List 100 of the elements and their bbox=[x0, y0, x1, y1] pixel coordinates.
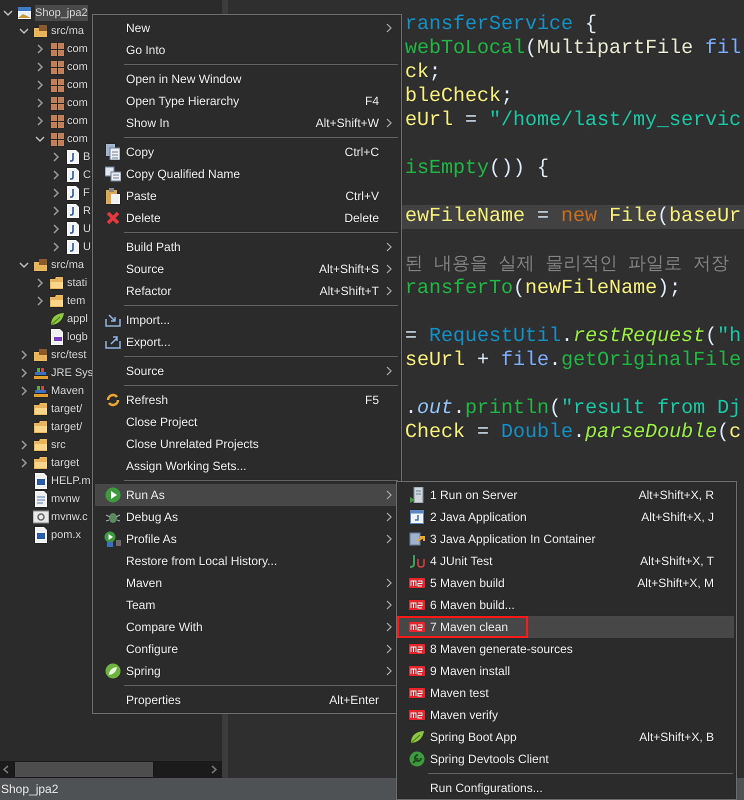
scroll-right-icon[interactable] bbox=[210, 765, 218, 774]
tree-item[interactable]: C bbox=[83, 167, 91, 183]
tree-item[interactable]: U bbox=[83, 239, 91, 255]
refresh-icon bbox=[106, 393, 120, 407]
tree-item[interactable]: com bbox=[67, 95, 88, 111]
menu-item[interactable]: Export... bbox=[95, 331, 399, 353]
menu-item[interactable]: Maven verify bbox=[399, 704, 734, 726]
java-file-icon bbox=[67, 168, 79, 182]
menu-item[interactable]: Run As bbox=[95, 484, 399, 506]
tree-item[interactable]: U bbox=[83, 221, 91, 237]
tree-item[interactable]: src bbox=[51, 437, 66, 453]
scroll-left-icon[interactable] bbox=[2, 765, 10, 774]
export-icon bbox=[104, 335, 120, 349]
menu-item[interactable]: Copy Ctrl+C bbox=[95, 141, 399, 163]
menu-item[interactable]: Import... bbox=[95, 309, 399, 331]
window-icon bbox=[410, 510, 424, 524]
tree-item[interactable]: logb bbox=[67, 329, 88, 345]
menu-item[interactable]: Source Alt+Shift+S bbox=[95, 258, 399, 280]
menu-item[interactable]: Spring Boot App Alt+Shift+X, B bbox=[399, 726, 734, 748]
tree-item[interactable]: B bbox=[83, 149, 90, 165]
project-icon bbox=[17, 5, 33, 21]
tree-item[interactable]: pom.x bbox=[51, 527, 81, 543]
folder-icon bbox=[49, 294, 65, 308]
code-line: ransferService { bbox=[405, 13, 598, 37]
code-line: 된 내용을 실제 물리적인 파일로 저장 bbox=[405, 254, 730, 277]
document-icon bbox=[34, 527, 48, 543]
menu-item[interactable]: Spring bbox=[95, 660, 399, 682]
tree-item[interactable]: target/ bbox=[51, 419, 82, 435]
code-line: bleCheck; bbox=[405, 85, 514, 109]
menu-item[interactable]: Team bbox=[95, 594, 399, 616]
tree-item[interactable]: R bbox=[83, 203, 91, 219]
menu-item[interactable]: Maven test bbox=[399, 682, 734, 704]
menu-item[interactable]: 7 Maven clean bbox=[399, 616, 734, 638]
folder-icon bbox=[49, 276, 65, 290]
menu-item[interactable]: Close Project bbox=[95, 411, 399, 433]
menu-item[interactable]: Go Into bbox=[95, 39, 399, 61]
tree-item[interactable]: JRE Sys bbox=[51, 365, 94, 381]
menu-item[interactable]: Maven bbox=[95, 572, 399, 594]
java-file-icon bbox=[67, 204, 79, 218]
tree-item[interactable]: target bbox=[51, 455, 80, 471]
menu-item[interactable]: New bbox=[95, 17, 399, 39]
copy-icon bbox=[106, 144, 120, 160]
menu-item[interactable]: Close Unrelated Projects bbox=[95, 433, 399, 455]
tree-item[interactable]: mvnw.c bbox=[51, 509, 88, 525]
menu-item[interactable]: 5 Maven build Alt+Shift+X, M bbox=[399, 572, 734, 594]
code-line: seUrl + file.getOriginalFile bbox=[405, 349, 742, 373]
menu-item[interactable]: Open in New Window bbox=[95, 68, 399, 90]
tree-item[interactable]: Shop_jpa2 bbox=[35, 5, 88, 21]
tree-item[interactable]: com bbox=[67, 77, 88, 93]
delete-icon bbox=[106, 211, 120, 225]
menu-item[interactable]: 8 Maven generate-sources bbox=[399, 638, 734, 660]
tree-item[interactable]: stati bbox=[67, 275, 88, 291]
java-file-icon bbox=[67, 222, 79, 236]
source-folder-icon bbox=[33, 23, 49, 39]
leaf-icon bbox=[104, 663, 120, 679]
tree-item[interactable]: com bbox=[67, 113, 88, 129]
tree-item[interactable]: appl bbox=[67, 311, 88, 327]
tree-item[interactable]: Maven bbox=[51, 383, 84, 399]
menu-item[interactable]: Paste Ctrl+V bbox=[95, 185, 399, 207]
horizontal-scrollbar[interactable] bbox=[0, 761, 222, 778]
tree-item[interactable]: com bbox=[67, 131, 88, 147]
menu-item[interactable]: 4 JUnit Test Alt+Shift+X, T bbox=[399, 550, 734, 572]
menu-item[interactable]: Source bbox=[95, 360, 399, 382]
menu-item[interactable]: Refresh F5 bbox=[95, 389, 399, 411]
menu-item[interactable]: Build Path bbox=[95, 236, 399, 258]
menu-item[interactable]: 9 Maven install bbox=[399, 660, 734, 682]
tree-item[interactable]: com bbox=[67, 59, 88, 75]
tree-item[interactable]: HELP.m bbox=[51, 473, 91, 489]
code-line: webToLocal(MultipartFile fil bbox=[405, 37, 742, 61]
menu-item[interactable]: Configure bbox=[95, 638, 399, 660]
file-icon bbox=[50, 329, 64, 345]
menu-item[interactable]: 3 Java Application In Container bbox=[399, 528, 734, 550]
tree-item[interactable]: src/ma bbox=[51, 23, 84, 39]
menu-item[interactable]: 2 Java Application Alt+Shift+X, J bbox=[399, 506, 734, 528]
folder-icon bbox=[33, 456, 49, 470]
menu-item[interactable]: Assign Working Sets... bbox=[95, 455, 399, 477]
menu-item[interactable]: Copy Qualified Name bbox=[95, 163, 399, 185]
folder-icon bbox=[33, 438, 49, 452]
tree-item[interactable]: F bbox=[83, 185, 90, 201]
menu-item[interactable]: Spring Devtools Client bbox=[399, 748, 734, 770]
menu-item[interactable]: Delete Delete bbox=[95, 207, 399, 229]
menu-item[interactable]: Open Type Hierarchy F4 bbox=[95, 90, 399, 112]
menu-item[interactable]: Debug As bbox=[95, 506, 399, 528]
menu-item[interactable]: Run Configurations... bbox=[399, 777, 734, 799]
java-file-icon bbox=[67, 186, 79, 200]
menu-item[interactable]: 1 Run on Server Alt+Shift+X, R bbox=[399, 484, 734, 506]
menu-item[interactable]: Restore from Local History... bbox=[95, 550, 399, 572]
menu-item[interactable]: Show In Alt+Shift+W bbox=[95, 112, 399, 134]
menu-item[interactable]: Refactor Alt+Shift+T bbox=[95, 280, 399, 302]
tree-item[interactable]: src/test bbox=[51, 347, 86, 363]
menu-item[interactable]: 6 Maven build... bbox=[399, 594, 734, 616]
menu-item[interactable]: Profile As bbox=[95, 528, 399, 550]
tree-item[interactable]: src/ma bbox=[51, 257, 84, 273]
scrollbar-thumb[interactable] bbox=[15, 762, 153, 777]
tree-item[interactable]: tem bbox=[67, 293, 86, 309]
menu-item[interactable]: Compare With bbox=[95, 616, 399, 638]
menu-item[interactable]: Properties Alt+Enter bbox=[95, 689, 399, 711]
tree-item[interactable]: com bbox=[67, 41, 88, 57]
tree-item[interactable]: target/ bbox=[51, 401, 82, 417]
tree-item[interactable]: mvnw bbox=[51, 491, 80, 507]
